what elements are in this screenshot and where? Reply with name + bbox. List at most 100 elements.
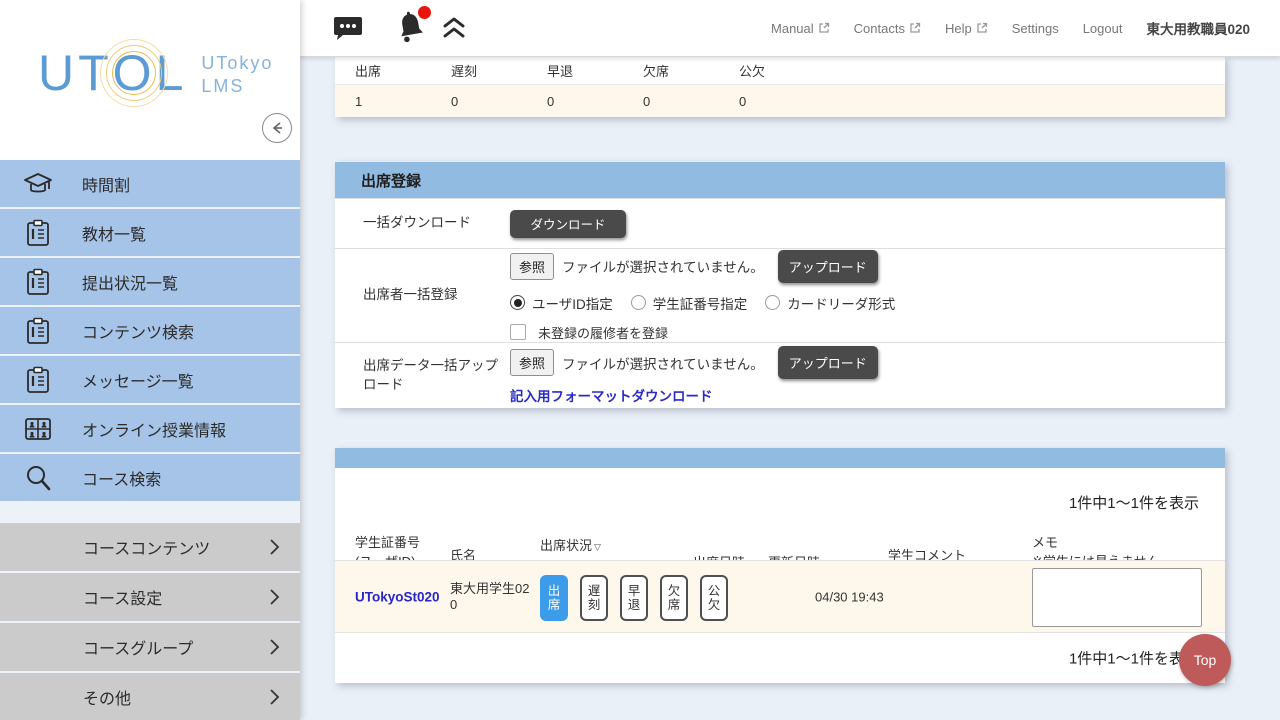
list-header-zone: 1件中1〜1件を表示 学生証番号 (ユーザID)▽ 氏名 出席状況▽ 出席日時 … — [335, 468, 1225, 560]
chevron-right-icon — [268, 638, 280, 656]
current-user-name: 東大用教職員020 — [1146, 18, 1250, 38]
radio-card-reader-format[interactable]: カードリーダ形式 — [765, 293, 895, 313]
video-grid-people-icon — [20, 416, 56, 442]
contacts-link[interactable]: Contacts — [854, 21, 921, 36]
sidebar-item-materials[interactable]: 教材一覧 — [0, 209, 300, 256]
sidebar-item-content-search[interactable]: コンテンツ検索 — [0, 307, 300, 354]
data-bulk-upload-label: 出席データ一括アップロード — [335, 343, 510, 408]
bulk-download-label: 一括ダウンロード — [335, 199, 510, 248]
messages-icon[interactable] — [333, 15, 363, 42]
format-download-link[interactable]: 記入用フォーマットダウンロード — [510, 385, 1225, 405]
status-button-present[interactable]: 出席 — [540, 575, 568, 621]
sidebar-group-divider — [0, 503, 300, 523]
summary-col-late: 遅刻 — [451, 61, 547, 80]
sidebar-item-online-class[interactable]: オンライン授業情報 — [0, 405, 300, 452]
no-file-selected-text: ファイルが選択されていません。 — [562, 353, 764, 373]
status-button-group: 出席 遅刻 早退 欠席 公欠 — [540, 575, 728, 621]
summary-value-early-leave: 0 — [547, 94, 643, 109]
radio-student-card-number[interactable]: 学生証番号指定 — [631, 293, 748, 313]
clipboard-icon — [20, 317, 56, 345]
arrow-left-circle-icon — [268, 119, 286, 137]
notifications-bell-icon[interactable] — [393, 9, 429, 47]
summary-value-excused: 0 — [739, 94, 835, 109]
radio-selected-icon — [510, 295, 525, 310]
attendance-list-card: 1件中1〜1件を表示 学生証番号 (ユーザID)▽ 氏名 出席状況▽ 出席日時 … — [335, 448, 1225, 683]
external-link-icon — [818, 22, 830, 34]
no-file-selected-text: ファイルが選択されていません。 — [562, 256, 764, 276]
sidebar-item-course-contents[interactable]: コースコンテンツ — [0, 523, 300, 571]
summary-value-late: 0 — [451, 94, 547, 109]
update-datetime: 04/30 19:43 — [815, 589, 884, 604]
checkbox-icon — [510, 324, 526, 340]
utol-logo: UTOL UTokyo LMS — [38, 48, 273, 98]
logo-sun-rings: O — [113, 48, 156, 98]
summary-value-present: 1 — [355, 94, 451, 109]
summary-values-row: 1 0 0 0 0 — [335, 85, 1225, 117]
clipboard-icon — [20, 366, 56, 394]
student-name: 東大用学生020 — [450, 580, 530, 613]
register-unenrolled-checkbox[interactable]: 未登録の履修者を登録 — [510, 323, 1225, 342]
sidebar-item-timetable[interactable]: 時間割 — [0, 160, 300, 207]
sidebar-collapse-button[interactable] — [262, 113, 292, 143]
scroll-to-top-button[interactable]: Top — [1179, 634, 1231, 686]
sort-icon: ▽ — [594, 542, 601, 552]
graduation-cap-icon — [20, 171, 56, 197]
sidebar-nav: 時間割 教材一覧 提出状況一覧 コンテンツ検索 メッセージ一覧 — [0, 160, 300, 720]
memo-textarea[interactable] — [1032, 568, 1202, 627]
chevron-right-icon — [268, 588, 280, 606]
manual-link[interactable]: Manual — [771, 21, 830, 36]
browse-file-button[interactable]: 参照 — [510, 253, 554, 280]
settings-link[interactable]: Settings — [1012, 21, 1059, 36]
student-id-link[interactable]: UTokyoSt020 — [355, 589, 440, 604]
summary-value-absent: 0 — [643, 94, 739, 109]
topbar: Manual Contacts Help Settings Logout 東大用… — [300, 0, 1280, 57]
sidebar-item-others[interactable]: その他 — [0, 673, 300, 720]
sidebar-item-messages[interactable]: メッセージ一覧 — [0, 356, 300, 403]
summary-col-excused: 公欠 — [739, 61, 835, 80]
sidebar-item-course-search[interactable]: コース検索 — [0, 454, 300, 501]
section-header: 出席登録 — [335, 162, 1225, 198]
external-link-icon — [976, 22, 988, 34]
clipboard-icon — [20, 219, 56, 247]
status-button-early-leave[interactable]: 早退 — [620, 575, 648, 621]
student-row: UTokyoSt020 東大用学生020 出席 遅刻 早退 欠席 公欠 04/3… — [335, 560, 1225, 633]
attendee-bulk-label: 出席者一括登録 — [335, 249, 510, 342]
column-header-status[interactable]: 出席状況▽ — [540, 537, 601, 556]
notification-badge-dot — [418, 6, 431, 19]
main-content: 出席 遅刻 早退 欠席 公欠 1 0 0 0 0 出席登録 一括ダウンロード ダ… — [300, 57, 1280, 720]
summary-col-present: 出席 — [355, 61, 451, 80]
result-count-top: 1件中1〜1件を表示 — [1069, 492, 1199, 513]
list-section-bar — [335, 448, 1225, 468]
summary-header-row: 出席 遅刻 早退 欠席 公欠 — [335, 57, 1225, 85]
radio-unselected-icon — [631, 295, 646, 310]
upload-button[interactable]: アップロード — [778, 250, 878, 283]
radio-unselected-icon — [765, 295, 780, 310]
attendance-registration-card: 出席登録 一括ダウンロード ダウンロード 出席者一括登録 参照 ファイルが選択さ… — [335, 162, 1225, 408]
external-link-icon — [909, 22, 921, 34]
summary-col-early-leave: 早退 — [547, 61, 643, 80]
upload-button[interactable]: アップロード — [778, 346, 878, 379]
summary-col-absent: 欠席 — [643, 61, 739, 80]
search-icon — [20, 464, 56, 492]
logo-area: UTOL UTokyo LMS — [0, 0, 300, 160]
browse-file-button[interactable]: 参照 — [510, 349, 554, 376]
bulk-download-row: 一括ダウンロード ダウンロード — [335, 198, 1225, 248]
logout-link[interactable]: Logout — [1083, 21, 1123, 36]
attendee-bulk-row: 出席者一括登録 参照 ファイルが選択されていません。 アップロード ユーザID指… — [335, 248, 1225, 342]
chevron-right-icon — [268, 538, 280, 556]
status-button-late[interactable]: 遅刻 — [580, 575, 608, 621]
help-link[interactable]: Help — [945, 21, 988, 36]
download-button[interactable]: ダウンロード — [510, 210, 626, 238]
data-bulk-upload-row: 出席データ一括アップロード 参照 ファイルが選択されていません。 アップロード … — [335, 342, 1225, 408]
sidebar-item-course-settings[interactable]: コース設定 — [0, 573, 300, 621]
status-button-excused[interactable]: 公欠 — [700, 575, 728, 621]
status-button-absent[interactable]: 欠席 — [660, 575, 688, 621]
sidebar-item-course-group[interactable]: コースグループ — [0, 623, 300, 671]
attendance-summary-card: 出席 遅刻 早退 欠席 公欠 1 0 0 0 0 — [335, 57, 1225, 117]
sidebar-item-submissions[interactable]: 提出状況一覧 — [0, 258, 300, 305]
radio-user-id[interactable]: ユーザID指定 — [510, 293, 613, 313]
section-title: 出席登録 — [361, 170, 421, 191]
clipboard-icon — [20, 268, 56, 296]
collapse-header-icon[interactable] — [441, 16, 467, 40]
chevron-right-icon — [268, 688, 280, 706]
